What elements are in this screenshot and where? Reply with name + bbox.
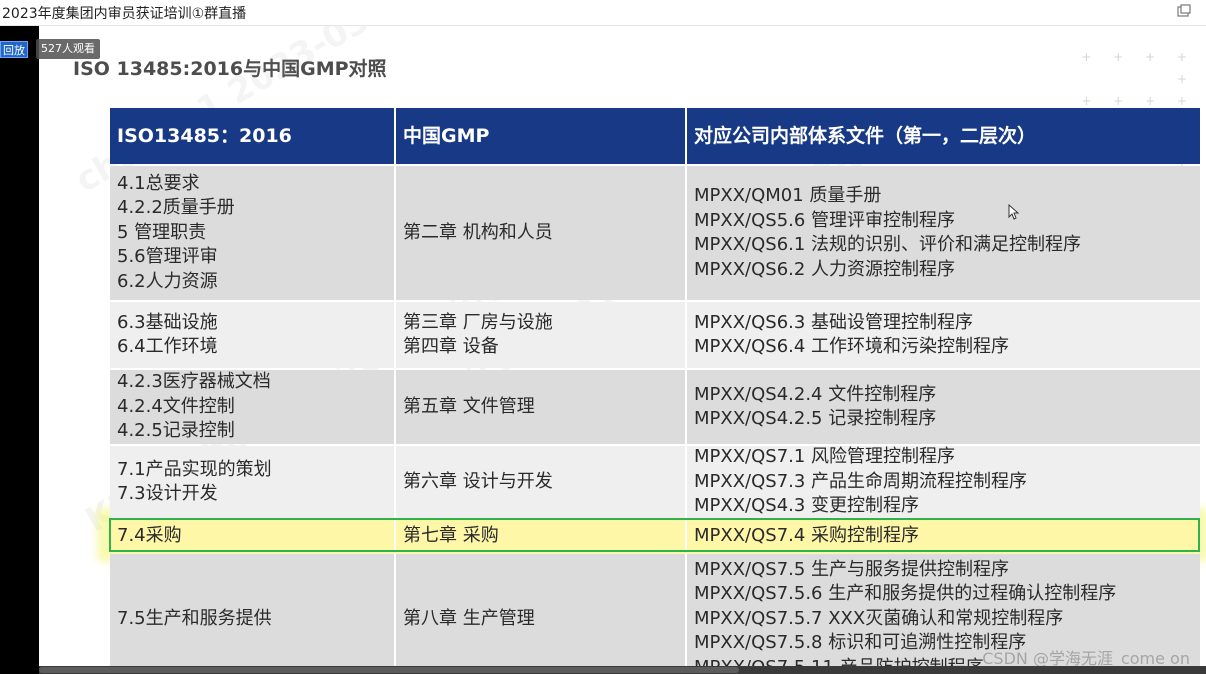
replay-badge[interactable]: 回放 [0,41,28,58]
iso-line: 6.3基础设施 [117,311,218,333]
doc-line: MPXX/QS7.3 产品生命周期流程控制程序 [694,470,1028,492]
gmp-cell: 第三章 厂房与设施 第四章 设备 [396,302,687,368]
iso-line: 6.4工作环境 [117,336,218,357]
doc-line: MPXX/QS5.6 管理评审控制程序 [694,209,956,231]
gmp-line: 第三章 厂房与设施 [403,311,553,333]
iso-cell: 7.5生产和服务提供 [110,554,396,666]
doc-line: MPXX/QS6.3 基础设管理控制程序 [694,311,974,333]
iso-cell: 7.1产品实现的策划 7.3设计开发 [110,446,396,518]
doc-line: MPXX/QS6.2 人力资源控制程序 [694,258,956,280]
table-header-row: ISO13485：2016 中国GMP 对应公司内部体系文件（第一，二层次） [110,108,1200,164]
iso-line: 7.5生产和服务提供 [117,607,272,629]
viewers-count-badge: 527人观看 [36,39,100,59]
doc-line: MPXX/QS7.5.6 生产和服务提供的过程确认控制程序 [694,583,1117,605]
doc-line: MPXX/QM01 质量手册 [694,185,882,206]
csdn-watermark: CSDN @学海无涯_come on [982,649,1190,666]
doc-line: MPXX/QS6.4 工作环境和污染控制程序 [694,336,1010,357]
docs-cell: MPXX/QS4.2.4 文件控制程序 MPXX/QS4.2.5 记录控制程序 [687,370,1200,444]
docs-cell: MPXX/QS6.3 基础设管理控制程序 MPXX/QS6.4 工作环境和污染控… [687,302,1200,368]
table-row: 7.1产品实现的策划 7.3设计开发 第六章 设计与开发 MPXX/QS7.1 … [110,446,1200,518]
header-docs: 对应公司内部体系文件（第一，二层次） [694,124,1037,147]
gmp-line: 第四章 设备 [403,336,499,357]
gmp-line: 第五章 文件管理 [403,395,535,417]
gmp-line: 第六章 设计与开发 [403,470,553,492]
gmp-cell: 第八章 生产管理 [396,554,687,666]
popout-icon[interactable] [1176,3,1192,19]
mouse-cursor-icon [1008,204,1020,220]
header-gmp: 中国GMP [396,108,687,164]
highlight-box [109,518,1200,552]
iso-line: 4.2.4文件控制 [117,395,235,417]
table-row: 4.1总要求 4.2.2质量手册 5 管理职责 5.6管理评审 6.2人力资源 … [110,166,1200,300]
doc-line: MPXX/QS7.1 风险管理控制程序 [694,446,956,468]
table-row: 4.2.3医疗器械文档 4.2.4文件控制 4.2.5记录控制 第五章 文件管理… [110,370,1200,444]
iso-cell: 4.2.3医疗器械文档 4.2.4文件控制 4.2.5记录控制 [110,370,396,444]
horizontal-scrollbar[interactable] [39,666,1206,674]
gmp-cell: 第二章 机构和人员 [396,166,687,300]
iso-line: 5 管理职责 [117,221,207,243]
iso-line: 7.1产品实现的策划 [117,458,272,480]
iso-line: 4.2.3医疗器械文档 [117,371,271,393]
docs-cell: MPXX/QS7.1 风险管理控制程序 MPXX/QS7.3 产品生命周期流程控… [687,446,1200,518]
left-black-panel [0,26,39,674]
gmp-line: 第八章 生产管理 [403,607,535,629]
iso-line: 4.2.2质量手册 [117,197,235,219]
iso-cell: 4.1总要求 4.2.2质量手册 5 管理职责 5.6管理评审 6.2人力资源 [110,166,396,300]
header-iso: ISO13485：2016 [110,108,396,164]
window-title: 2023年度集团内审员获证培训①群直播 [2,6,247,22]
iso-line: 7.3设计开发 [117,483,218,504]
doc-line: MPXX/QS4.2.4 文件控制程序 [694,383,937,405]
table-row: 6.3基础设施 6.4工作环境 第三章 厂房与设施 第四章 设备 MPXX/QS… [110,302,1200,368]
iso-line: 6.2人力资源 [117,270,218,292]
iso-line: 4.1总要求 [117,172,200,194]
doc-line: MPXX/QS4.3 变更控制程序 [694,495,920,517]
window-titlebar: 2023年度集团内审员获证培训①群直播 [0,0,1206,26]
gmp-line: 第二章 机构和人员 [403,221,553,243]
gmp-cell: 第六章 设计与开发 [396,446,687,518]
iso-line: 5.6管理评审 [117,246,218,268]
gmp-cell: 第五章 文件管理 [396,370,687,444]
slide-title: ISO 13485:2016与中国GMP对照 [73,58,387,80]
doc-line: MPXX/QS7.5 生产与服务提供控制程序 [694,558,1010,580]
decorative-plus-pattern-icon: + + + + ++ + + + + ++ + + + + [1081,50,1196,174]
slide-area: ISO 13485:2016与中国GMP对照 + + + + + + + + + … [39,26,1206,666]
doc-line: MPXX/QS4.2.5 记录控制程序 [694,408,937,429]
iso-line: 4.2.5记录控制 [117,420,235,442]
doc-line: MPXX/QS6.1 法规的识别、评价和满足控制程序 [694,234,1082,255]
scrollbar-thumb[interactable] [39,667,739,673]
iso-cell: 6.3基础设施 6.4工作环境 [110,302,396,368]
docs-cell: MPXX/QM01 质量手册 MPXX/QS5.6 管理评审控制程序 MPXX/… [687,166,1200,300]
doc-line: MPXX/QS7.5.7 XXX灭菌确认和常规控制程序 [694,607,1064,629]
